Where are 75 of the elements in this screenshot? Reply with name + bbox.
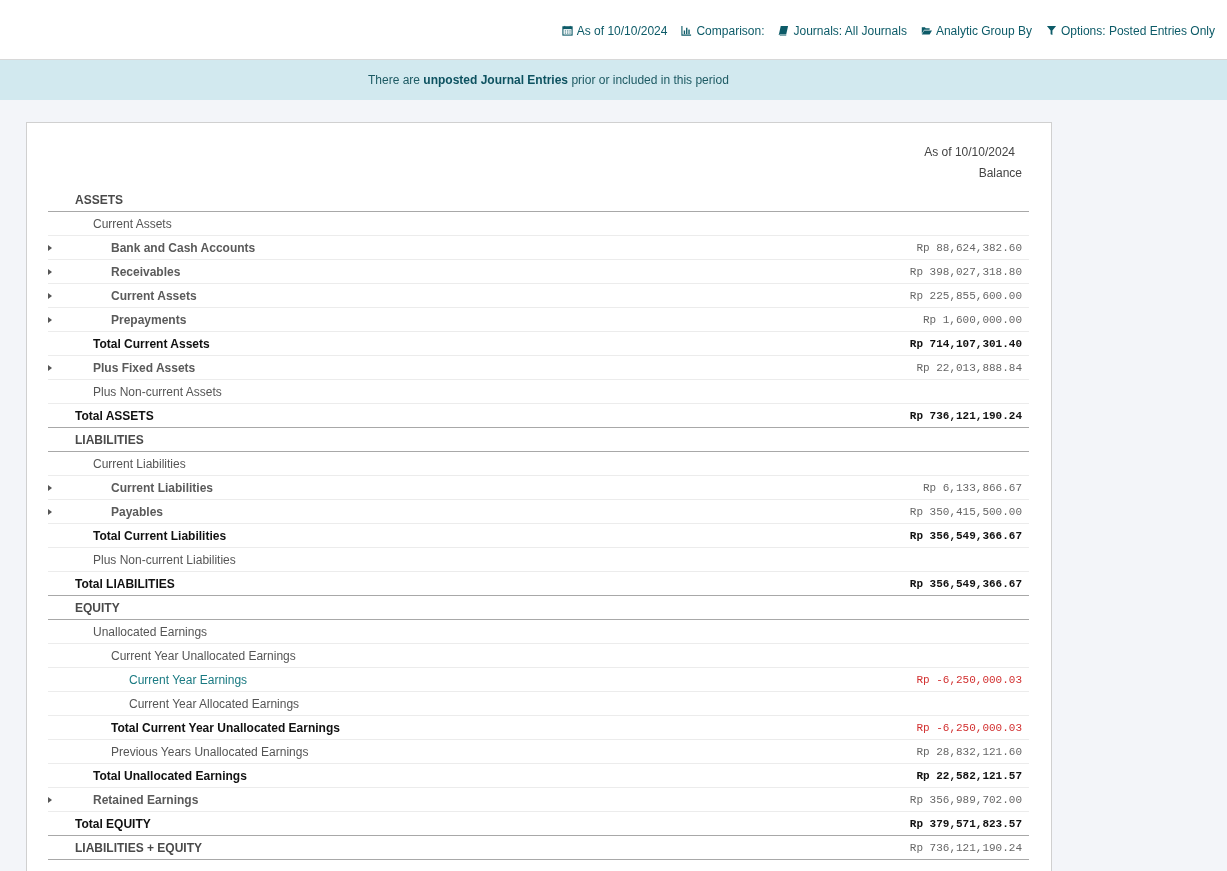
account-label: Plus Non-current Liabilities (93, 552, 236, 567)
filter-button[interactable]: Journals: All Journals (778, 23, 907, 38)
alert-message: There are unposted Journal Entries prior or included in this period (368, 73, 729, 87)
folder-icon (920, 25, 932, 36)
book-icon (778, 25, 790, 36)
calendar-icon (561, 25, 573, 36)
report-row[interactable]: Receivables Rp 398,027,318.80 (48, 260, 1029, 284)
report-row[interactable]: Payables Rp 350,415,500.00 (48, 500, 1029, 524)
balance-value: Rp 714,107,301.40 (909, 337, 1023, 350)
account-label: Total EQUITY (75, 816, 151, 831)
account-link[interactable]: Current Year Earnings (129, 672, 248, 687)
balance-value: Rp 22,582,121.57 (916, 769, 1023, 782)
account-label: EQUITY (75, 600, 120, 615)
account-label: Total Current Assets (93, 336, 210, 351)
balance-value: Rp 6,133,866.67 (922, 481, 1023, 494)
account-label: Total Current Year Unallocated Earnings (111, 720, 340, 735)
balance-value: Rp -6,250,000.03 (916, 721, 1023, 734)
account-label: Plus Fixed Assets (93, 360, 196, 375)
account-label: Total ASSETS (75, 408, 154, 423)
filter-button[interactable]: Comparison: (681, 23, 765, 38)
report-row[interactable]: Current Liabilities Rp 6,133,866.67 (48, 476, 1029, 500)
balance-value: Rp 736,121,190.24 (909, 409, 1023, 422)
caret-icon[interactable] (48, 292, 52, 299)
account-label: Previous Years Unallocated Earnings (111, 744, 309, 759)
account-label: Current Assets (93, 216, 172, 231)
balance-value: Rp -6,250,000.03 (916, 673, 1023, 686)
column-date: As of 10/10/2024 (924, 145, 1015, 159)
account-label: Current Year Unallocated Earnings (111, 648, 296, 663)
account-label: LIABILITIES + EQUITY (75, 840, 202, 855)
bar-chart-icon (681, 25, 693, 36)
report-row[interactable]: Retained Earnings Rp 356,989,702.00 (48, 788, 1029, 812)
account-label: Current Liabilities (93, 456, 186, 471)
report-row[interactable]: Prepayments Rp 1,600,000.00 (48, 308, 1029, 332)
account-label: Total Current Liabilities (93, 528, 227, 543)
filter-button[interactable]: Options: Posted Entries Only (1045, 23, 1215, 38)
report-row[interactable]: Bank and Cash Accounts Rp 88,624,382.60 (48, 236, 1029, 260)
balance-value: Rp 398,027,318.80 (909, 265, 1023, 278)
caret-icon[interactable] (48, 364, 52, 371)
account-label: Prepayments (111, 312, 187, 327)
report-row[interactable]: Plus Fixed Assets Rp 22,013,888.84 (48, 356, 1029, 380)
caret-icon[interactable] (48, 484, 52, 491)
caret-icon[interactable] (48, 796, 52, 803)
account-label: Plus Non-current Assets (93, 384, 222, 399)
account-label: Receivables (111, 264, 181, 279)
balance-value: Rp 1,600,000.00 (922, 313, 1023, 326)
balance-value: Rp 225,855,600.00 (909, 289, 1023, 302)
balance-value: Rp 22,013,888.84 (916, 361, 1023, 374)
report-row[interactable]: Current Assets Rp 225,855,600.00 (48, 284, 1029, 308)
filter-icon (1045, 25, 1057, 36)
account-label: Payables (111, 504, 164, 519)
account-label: Current Liabilities (111, 480, 214, 495)
balance-value: Rp 356,549,366.67 (909, 529, 1023, 542)
account-label: ASSETS (75, 192, 123, 207)
caret-icon[interactable] (48, 316, 52, 323)
caret-icon[interactable] (48, 268, 52, 275)
account-label: Unallocated Earnings (93, 624, 208, 639)
account-label: LIABILITIES (75, 432, 144, 447)
balance-value: Rp 28,832,121.60 (916, 745, 1023, 758)
account-label: Retained Earnings (93, 792, 199, 807)
balance-value: Rp 736,121,190.24 (909, 841, 1023, 854)
balance-value: Rp 350,415,500.00 (909, 505, 1023, 518)
caret-icon[interactable] (48, 244, 52, 251)
caret-icon[interactable] (48, 508, 52, 515)
balance-value: Rp 88,624,382.60 (916, 241, 1023, 254)
balance-value: Rp 356,549,366.67 (909, 577, 1023, 590)
balance-value: Rp 356,989,702.00 (909, 793, 1023, 806)
account-label: Total LIABILITIES (75, 576, 175, 591)
account-label: Total Unallocated Earnings (93, 768, 247, 783)
balance-value: Rp 379,571,823.57 (909, 817, 1023, 830)
column-header: Balance (978, 166, 1022, 180)
account-label: Bank and Cash Accounts (111, 240, 256, 255)
account-label: Current Year Allocated Earnings (129, 696, 300, 711)
filter-button[interactable]: As of 10/10/2024 (561, 23, 668, 38)
account-label: Current Assets (111, 288, 197, 303)
filter-button[interactable]: Analytic Group By (920, 23, 1032, 38)
